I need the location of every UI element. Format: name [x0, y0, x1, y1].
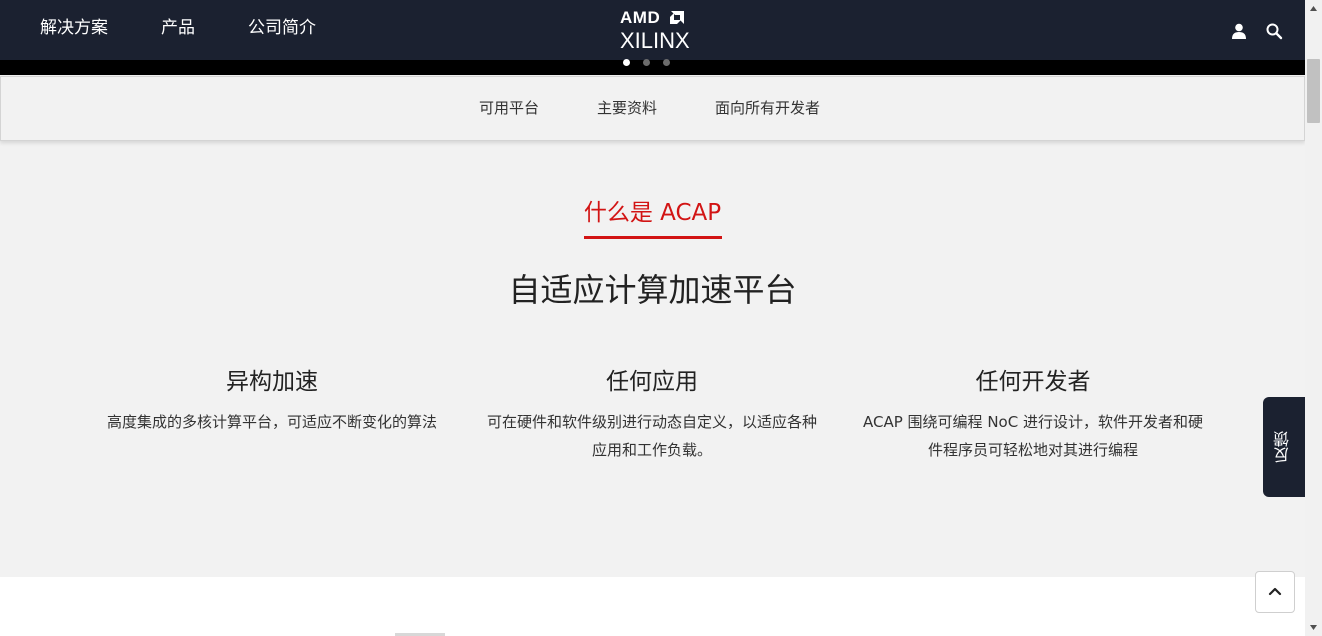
feature-description: 可在硬件和软件级别进行动态自定义，以适应各种应用和工作负载。: [486, 413, 817, 459]
feature-card-any-developer: 任何开发者 ACAP 围绕可编程 NoC 进行设计，软件开发者和硬件程序员可轻松…: [848, 364, 1218, 464]
scroll-down-arrow-icon[interactable]: [1309, 623, 1318, 632]
next-section-background: [0, 577, 1305, 636]
feature-card-heterogeneous: 异构加速 高度集成的多核计算平台，可适应不断变化的算法: [87, 364, 457, 436]
feature-description: ACAP 围绕可编程 NoC 进行设计，软件开发者和硬件程序员可轻松地对其进行编…: [863, 413, 1203, 459]
feedback-tab[interactable]: 反馈: [1263, 397, 1305, 497]
feature-title: 任何开发者: [975, 369, 1091, 395]
amd-xilinx-logo[interactable]: AMD XILINX: [620, 8, 690, 53]
carousel-dot-3[interactable]: [663, 59, 670, 66]
feedback-label: 反馈: [1273, 431, 1292, 463]
scrollbar-thumb[interactable]: [1307, 59, 1320, 123]
section-subnav: 可用平台 主要资料 面向所有开发者: [0, 76, 1305, 141]
back-to-top-button[interactable]: [1255, 571, 1295, 613]
logo-amd-text: AMD: [620, 8, 661, 27]
nav-link-solutions[interactable]: 解决方案: [40, 16, 108, 40]
feature-title: 任何应用: [606, 369, 698, 395]
feature-card-any-application: 任何应用 可在硬件和软件级别进行动态自定义，以适应各种应用和工作负载。: [467, 364, 837, 464]
scroll-up-arrow-icon[interactable]: [1309, 4, 1318, 13]
feature-title: 异构加速: [226, 369, 318, 395]
nav-link-products[interactable]: 产品: [161, 16, 195, 40]
amd-arrow-icon: [670, 11, 684, 24]
section-eyebrow: 什么是 ACAP: [583, 200, 722, 226]
nav-link-about[interactable]: 公司简介: [248, 16, 316, 40]
subnav-link-platforms[interactable]: 可用平台: [479, 97, 539, 119]
carousel-indicators: [620, 59, 680, 67]
logo-xilinx-text: XILINX: [620, 28, 690, 53]
carousel-dot-2[interactable]: [643, 59, 650, 66]
page-scrollbar[interactable]: [1305, 0, 1322, 636]
subnav-link-developers[interactable]: 面向所有开发者: [715, 97, 820, 119]
chevron-up-icon: [1268, 587, 1282, 596]
feature-description: 高度集成的多核计算平台，可适应不断变化的算法: [106, 413, 437, 431]
section-heading: 自适应计算加速平台: [508, 271, 797, 309]
subnav-link-resources[interactable]: 主要资料: [597, 97, 657, 119]
top-navigation-bar: 解决方案 产品 公司简介 AMD XILINX: [0, 0, 1305, 60]
carousel-dot-1[interactable]: [623, 59, 630, 66]
search-icon[interactable]: [1265, 22, 1283, 40]
eyebrow-underline: [584, 236, 722, 239]
user-icon[interactable]: [1230, 22, 1248, 40]
